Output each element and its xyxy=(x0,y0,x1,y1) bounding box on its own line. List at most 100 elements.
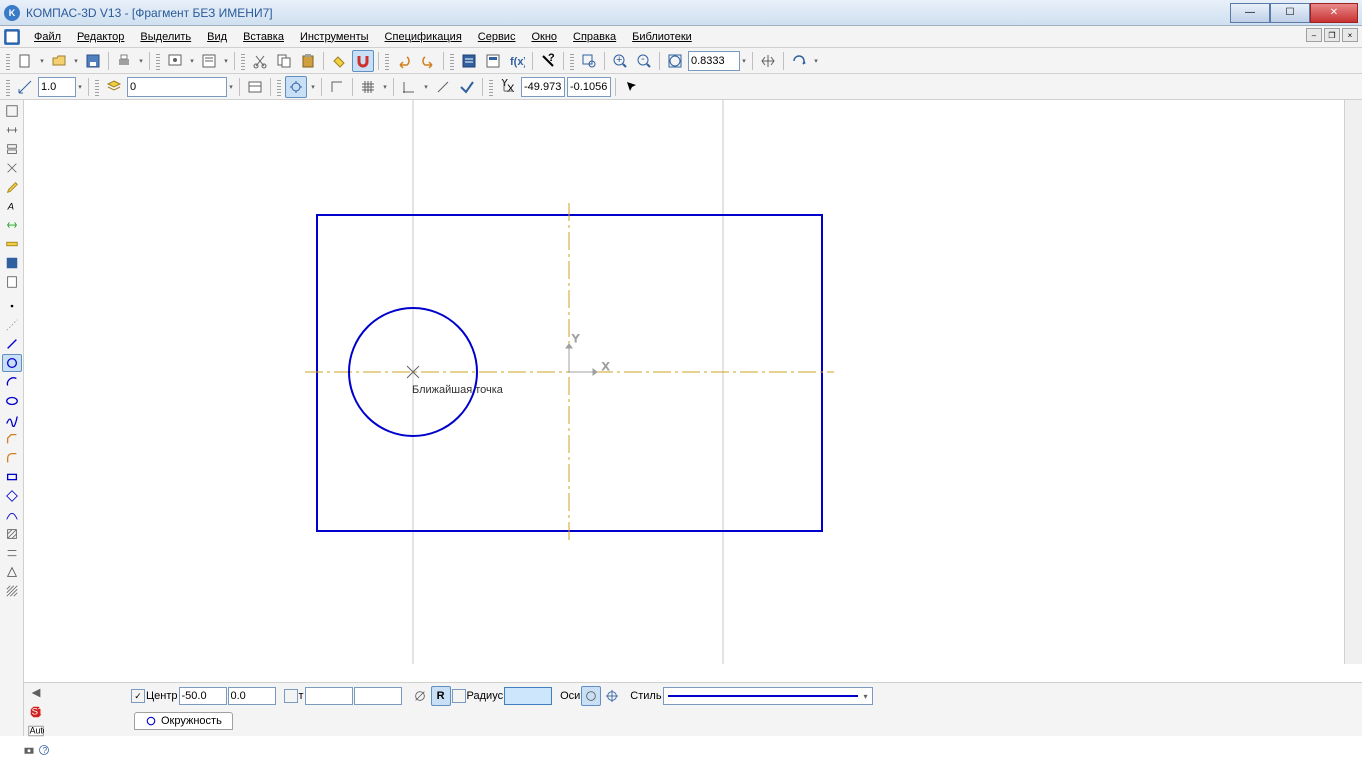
coord-y-input[interactable] xyxy=(567,77,611,97)
pan-button[interactable] xyxy=(757,50,779,72)
side-ellipse-button[interactable] xyxy=(2,392,22,410)
menu-select[interactable]: Выделить xyxy=(132,29,199,45)
auto-button[interactable]: Auto xyxy=(26,723,46,739)
close-button[interactable]: ✕ xyxy=(1310,3,1358,23)
cut-button[interactable] xyxy=(249,50,271,72)
menu-service[interactable]: Сервис xyxy=(470,29,524,45)
toolbar-grip[interactable] xyxy=(570,52,574,70)
side-auxline-button[interactable] xyxy=(2,316,22,334)
menu-view[interactable]: Вид xyxy=(199,29,235,45)
menu-file[interactable]: Файл xyxy=(26,29,69,45)
cursor-button[interactable] xyxy=(620,76,642,98)
scale-icon[interactable] xyxy=(14,76,36,98)
snap-dropdown[interactable]: ▾ xyxy=(309,83,317,91)
style-combo[interactable]: ▾ xyxy=(663,687,873,705)
toolbar-grip[interactable] xyxy=(241,52,245,70)
side-curve-button[interactable] xyxy=(2,506,22,524)
toolbar-grip[interactable] xyxy=(6,78,10,96)
mdi-restore-button[interactable]: ❐ xyxy=(1324,28,1340,42)
print-dropdown[interactable]: ▾ xyxy=(137,57,145,65)
coords-button[interactable] xyxy=(398,76,420,98)
side-spline-button[interactable] xyxy=(2,411,22,429)
side-text-button[interactable]: A xyxy=(2,197,22,215)
side-rectangle-button[interactable] xyxy=(2,468,22,486)
mdi-minimize-button[interactable]: – xyxy=(1306,28,1322,42)
maximize-button[interactable]: ☐ xyxy=(1270,3,1310,23)
side-geometry-button[interactable] xyxy=(2,102,22,120)
center-x-input[interactable] xyxy=(179,687,227,705)
side-tools-button[interactable] xyxy=(2,140,22,158)
zoom-out-button[interactable]: - xyxy=(633,50,655,72)
side-spec-button[interactable] xyxy=(2,254,22,272)
properties-button[interactable] xyxy=(198,50,220,72)
magnet-button[interactable] xyxy=(352,50,374,72)
stop-button[interactable]: STOP xyxy=(27,703,45,721)
coord-mode-button[interactable] xyxy=(432,76,454,98)
side-equidistant-button[interactable] xyxy=(2,544,22,562)
scale-input[interactable] xyxy=(38,77,76,97)
command-tab[interactable]: Окружность xyxy=(134,712,233,730)
coords-dropdown[interactable]: ▾ xyxy=(422,83,430,91)
side-fillet-button[interactable] xyxy=(2,449,22,467)
side-measure-button[interactable] xyxy=(2,235,22,253)
coord-x-input[interactable] xyxy=(521,77,565,97)
toolbar-grip[interactable] xyxy=(489,78,493,96)
lock-angle-toggle[interactable] xyxy=(284,689,298,703)
spec-button[interactable] xyxy=(458,50,480,72)
menu-libs[interactable]: Библиотеки xyxy=(624,29,700,45)
layer-dropdown[interactable]: ▾ xyxy=(227,83,235,91)
spec2-button[interactable] xyxy=(482,50,504,72)
t2-input[interactable] xyxy=(354,687,402,705)
menu-edit[interactable]: Редактор xyxy=(69,29,132,45)
new-button[interactable] xyxy=(14,50,36,72)
side-dimensions-button[interactable] xyxy=(2,121,22,139)
scale-dropdown[interactable]: ▾ xyxy=(76,83,84,91)
layer-icon[interactable] xyxy=(103,76,125,98)
help-icon[interactable]: ? xyxy=(37,741,51,759)
menu-insert[interactable]: Вставка xyxy=(235,29,292,45)
zoom-fit-button[interactable] xyxy=(664,50,686,72)
toolbar-grip[interactable] xyxy=(277,78,281,96)
side-polygon-button[interactable] xyxy=(2,487,22,505)
center-y-input[interactable] xyxy=(228,687,276,705)
toolbar-grip[interactable] xyxy=(95,78,99,96)
menu-spec[interactable]: Спецификация xyxy=(377,29,470,45)
toolbar-grip[interactable] xyxy=(450,52,454,70)
preview-dropdown[interactable]: ▾ xyxy=(188,57,196,65)
mdi-close-button[interactable]: × xyxy=(1342,28,1358,42)
side-annotations-button[interactable] xyxy=(2,159,22,177)
side-hatched-button[interactable] xyxy=(2,525,22,543)
grid-button[interactable] xyxy=(357,76,379,98)
side-report-button[interactable] xyxy=(2,273,22,291)
zoom-value-input[interactable] xyxy=(688,51,740,71)
zoom-in-button[interactable]: + xyxy=(609,50,631,72)
diameter-button[interactable] xyxy=(410,686,430,706)
print-button[interactable] xyxy=(113,50,135,72)
toolbar-grip[interactable] xyxy=(6,52,10,70)
layer-input[interactable] xyxy=(127,77,227,97)
refresh-dropdown[interactable]: ▾ xyxy=(812,57,820,65)
minimize-button[interactable]: — xyxy=(1230,3,1270,23)
toolbar-grip[interactable] xyxy=(156,52,160,70)
radius-input[interactable] xyxy=(504,687,552,705)
save-button[interactable] xyxy=(82,50,104,72)
radius-button[interactable]: R xyxy=(431,686,451,706)
refresh-button[interactable] xyxy=(788,50,810,72)
undo-button[interactable] xyxy=(393,50,415,72)
axes-on-button[interactable] xyxy=(602,686,622,706)
new-dropdown[interactable]: ▾ xyxy=(38,57,46,65)
camera-icon[interactable] xyxy=(22,741,36,759)
paste-button[interactable] xyxy=(297,50,319,72)
open-dropdown[interactable]: ▾ xyxy=(72,57,80,65)
help-button[interactable]: ? xyxy=(537,50,559,72)
zoom-dropdown[interactable]: ▾ xyxy=(740,57,748,65)
t1-input[interactable] xyxy=(305,687,353,705)
grid-dropdown[interactable]: ▾ xyxy=(381,83,389,91)
open-button[interactable] xyxy=(48,50,70,72)
coord-round-button[interactable] xyxy=(456,76,478,98)
snap-toggle-button[interactable] xyxy=(285,76,307,98)
properties-dropdown[interactable]: ▾ xyxy=(222,57,230,65)
fx-button[interactable]: f(x) xyxy=(506,50,528,72)
side-params-button[interactable] xyxy=(2,216,22,234)
ortho-button[interactable] xyxy=(326,76,348,98)
